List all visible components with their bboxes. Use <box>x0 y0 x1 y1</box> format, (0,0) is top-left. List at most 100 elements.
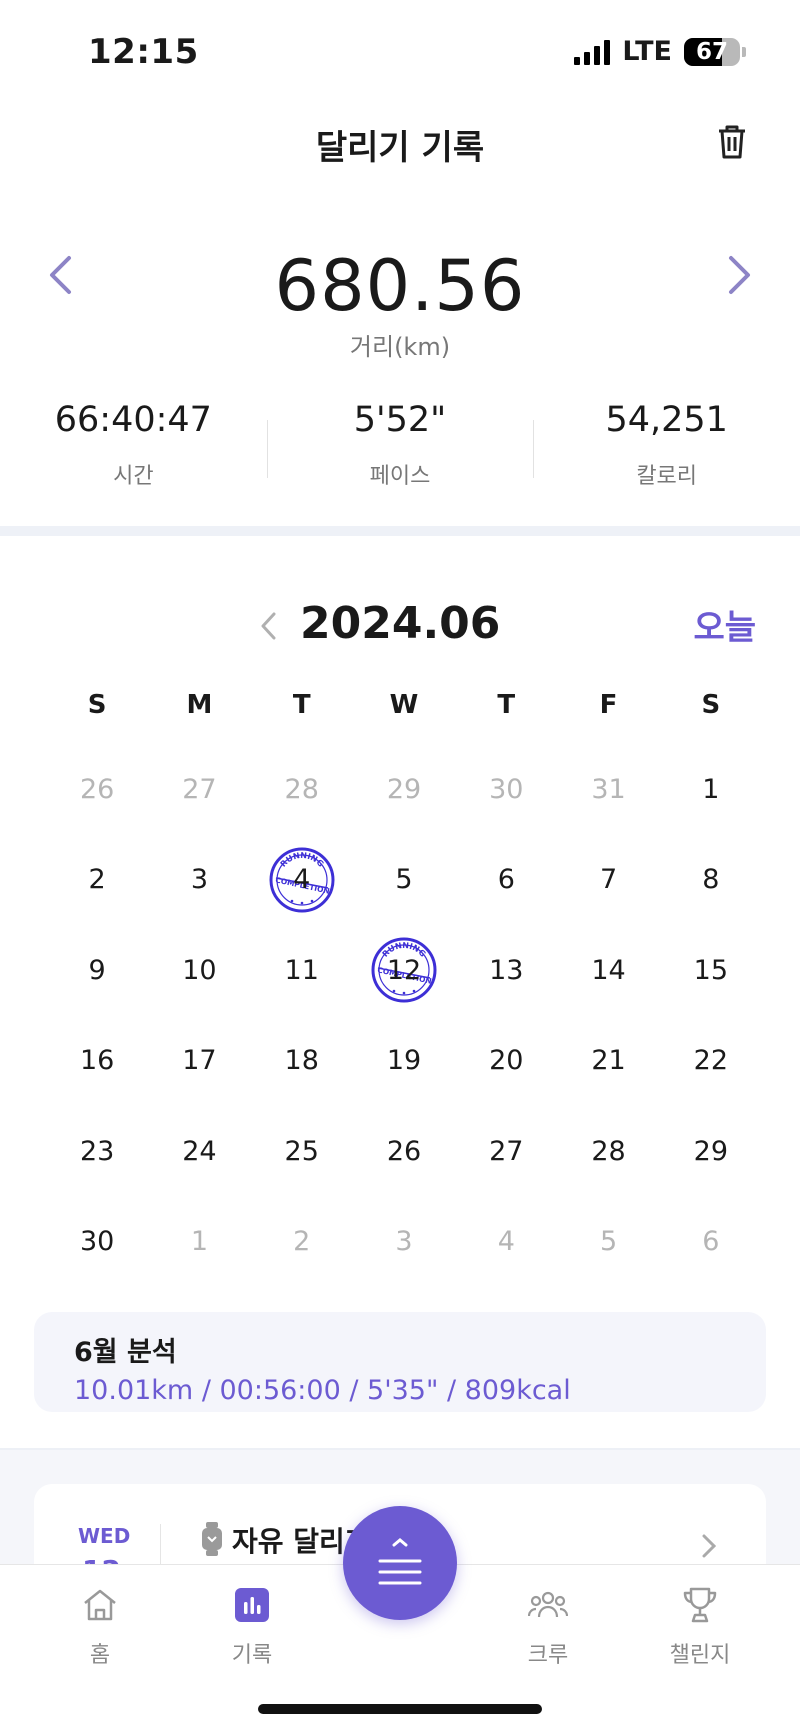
calendar-day[interactable]: 5 <box>557 1197 659 1288</box>
calendar-day[interactable]: 15 <box>660 925 762 1016</box>
calendar-day-number: 29 <box>386 773 422 805</box>
calendar-day[interactable]: 28 <box>251 744 353 835</box>
calendar-day[interactable]: 4 <box>455 1197 557 1288</box>
calendar-day[interactable]: 2 <box>46 835 148 926</box>
calendar-day-number: 5 <box>599 1226 618 1258</box>
calendar-day-number: 30 <box>79 1226 115 1258</box>
weekday-tue: T <box>292 690 311 720</box>
watch-icon <box>202 1522 222 1556</box>
calendar-day[interactable]: 30 <box>455 744 557 835</box>
tab-label: 크루 <box>527 1643 569 1668</box>
calendar-day-number: 23 <box>79 1135 115 1167</box>
today-button[interactable]: 오늘 <box>693 600 756 649</box>
network-type: LTE <box>622 36 672 67</box>
calendar-grid: 26 27 28 29 30 31 1 2 3 RUNNING COMPLETION 4 5 6 7 8 9 10… <box>46 744 762 1287</box>
calendar-day[interactable]: 18 <box>251 1016 353 1107</box>
calendar-header: 2024.06 오늘 <box>0 592 800 656</box>
next-period-button[interactable] <box>720 250 760 300</box>
calendar-day-number: 9 <box>88 954 106 986</box>
calendar-day-number: 15 <box>693 954 729 986</box>
trophy-icon <box>683 1587 717 1623</box>
calendar-day[interactable]: 7 <box>557 835 659 926</box>
calendar-day-number: 28 <box>591 1135 626 1167</box>
analysis-detail: 10.01km / 00:56:00 / 5'35" / 809kcal <box>74 1375 571 1406</box>
calendar-day[interactable]: 29 <box>353 744 455 835</box>
calendar-day[interactable]: 10 <box>148 925 250 1016</box>
calendar-day[interactable]: 24 <box>148 1106 250 1197</box>
tab-label: 기록 <box>231 1643 273 1668</box>
calendar-day-number: 12 <box>386 954 422 986</box>
calendar-day[interactable]: 26 <box>46 744 148 835</box>
chart-icon <box>235 1588 269 1622</box>
menu-icon <box>378 1538 422 1585</box>
trash-icon <box>719 125 745 159</box>
stat-value: 54,251 <box>605 400 728 440</box>
calendar-day-number: 27 <box>489 1135 524 1167</box>
calendar-day[interactable]: 23 <box>46 1106 148 1197</box>
weekday-mon: M <box>186 690 213 720</box>
calendar-day[interactable]: 30 <box>46 1197 148 1288</box>
calendar-day[interactable]: 6 <box>660 1197 762 1288</box>
calendar-day[interactable]: 28 <box>557 1106 659 1197</box>
section-divider <box>0 526 800 536</box>
summary-stats: 66:40:47 시간 5'52" 페이스 54,251 칼로리 <box>0 400 800 490</box>
calendar-day[interactable]: 1 <box>660 744 762 835</box>
calendar-day[interactable]: 9 <box>46 925 148 1016</box>
calendar-day-number: 20 <box>489 1045 524 1077</box>
previous-month-button[interactable] <box>250 606 286 646</box>
calendar-day-number: 1 <box>702 773 720 805</box>
battery-icon: 67 <box>684 37 740 66</box>
calendar-day[interactable]: RUNNING COMPLETION 4 <box>251 835 353 926</box>
tab-home[interactable]: 홈 <box>50 1583 150 1669</box>
calendar-day[interactable]: 26 <box>353 1106 455 1197</box>
calendar-day-number: 21 <box>591 1045 626 1077</box>
calendar-day[interactable]: RUNNING COMPLETION 12 <box>353 925 455 1016</box>
total-distance: 680.56 <box>274 245 526 327</box>
calendar-day-number: 2 <box>293 1226 311 1258</box>
calendar-day[interactable]: 13 <box>455 925 557 1016</box>
calendar-day[interactable]: 5 <box>353 835 455 926</box>
calendar-day-number: 27 <box>182 773 217 805</box>
tab-records[interactable]: 기록 <box>202 1583 302 1669</box>
calendar-day[interactable]: 14 <box>557 925 659 1016</box>
calendar-day[interactable]: 1 <box>148 1197 250 1288</box>
stat-calories: 54,251 칼로리 <box>533 400 800 490</box>
calendar-day-number: 14 <box>591 954 626 986</box>
calendar-day[interactable]: 11 <box>251 925 353 1016</box>
calendar-day[interactable]: 3 <box>148 835 250 926</box>
calendar-day-number: 18 <box>284 1045 319 1077</box>
calendar-day[interactable]: 22 <box>660 1016 762 1107</box>
chevron-right-icon <box>729 256 750 294</box>
tab-challenge[interactable]: 챌린지 <box>650 1583 750 1669</box>
calendar-day[interactable]: 19 <box>353 1016 455 1107</box>
app-header: 달리기 기록 <box>0 110 800 174</box>
stat-pace: 5'52" 페이스 <box>266 400 534 490</box>
home-icon <box>84 1589 116 1621</box>
calendar-day[interactable]: 25 <box>251 1106 353 1197</box>
calendar-day[interactable]: 16 <box>46 1016 148 1107</box>
calendar-day-number: 31 <box>591 773 626 805</box>
stat-value: 5'52" <box>353 400 447 440</box>
calendar-day[interactable]: 21 <box>557 1016 659 1107</box>
delete-button[interactable] <box>710 120 754 164</box>
calendar-day[interactable]: 6 <box>455 835 557 926</box>
calendar-day-number: 30 <box>489 773 524 805</box>
calendar-day-number: 8 <box>702 864 720 896</box>
calendar-day-number: 13 <box>489 954 524 986</box>
calendar-day[interactable]: 27 <box>455 1106 557 1197</box>
calendar-day[interactable]: 2 <box>251 1197 353 1288</box>
calendar-day[interactable]: 17 <box>148 1016 250 1107</box>
calendar-day[interactable]: 29 <box>660 1106 762 1197</box>
calendar-day[interactable]: 8 <box>660 835 762 926</box>
menu-fab-button[interactable] <box>343 1506 457 1620</box>
tab-crew[interactable]: 크루 <box>498 1583 598 1669</box>
calendar-day[interactable]: 27 <box>148 744 250 835</box>
calendar-day-number: 25 <box>284 1135 319 1167</box>
signal-icon <box>574 39 611 65</box>
calendar-day[interactable]: 3 <box>353 1197 455 1288</box>
calendar-day[interactable]: 31 <box>557 744 659 835</box>
analysis-title: 6월 분석 <box>74 1337 177 1368</box>
battery-level: 67 <box>695 38 728 65</box>
calendar-day[interactable]: 20 <box>455 1016 557 1107</box>
calendar-month: 2024.06 <box>300 598 501 649</box>
